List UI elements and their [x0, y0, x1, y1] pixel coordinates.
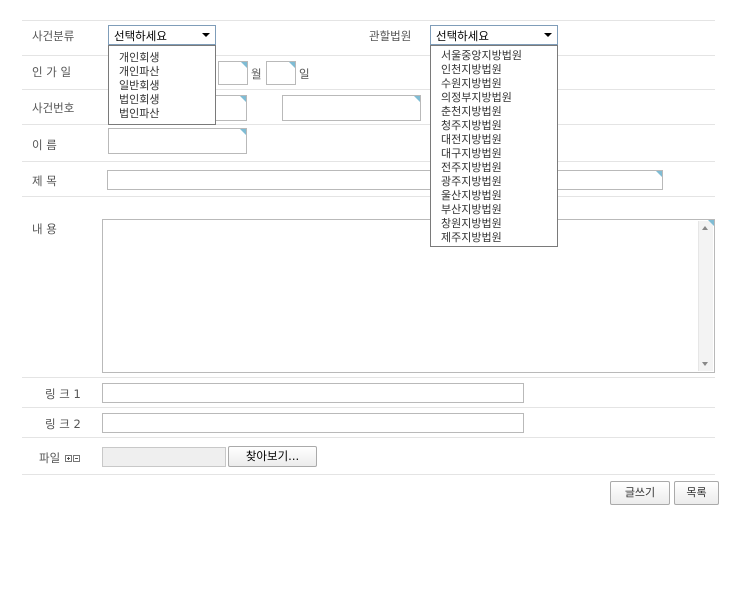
title-label: 제 목: [32, 174, 57, 188]
chevron-down-icon: [202, 33, 210, 37]
row-divider: [22, 196, 715, 197]
case-type-option[interactable]: 일반회생: [109, 79, 215, 93]
court-selected: 선택하세요: [436, 29, 489, 43]
add-file-icon[interactable]: [64, 455, 72, 462]
court-option[interactable]: 대구지방법원: [431, 147, 557, 161]
case-type-label: 사건분류: [32, 29, 75, 43]
write-button[interactable]: 글쓰기: [610, 481, 670, 505]
content-scrollbar[interactable]: [698, 221, 713, 371]
case-type-option[interactable]: 법인파산: [109, 107, 215, 121]
row-divider: [22, 161, 715, 162]
row-divider: [22, 437, 715, 438]
link1-input[interactable]: [102, 383, 524, 403]
case-type-option[interactable]: 개인회생: [109, 51, 215, 65]
court-option[interactable]: 수원지방법원: [431, 77, 557, 91]
content-label: 내 용: [32, 222, 57, 236]
case-number-label: 사건번호: [32, 101, 75, 115]
day-input[interactable]: [266, 61, 296, 85]
row-divider: [22, 20, 715, 21]
case-type-option[interactable]: 개인파산: [109, 65, 215, 79]
row-divider: [22, 474, 715, 475]
file-path-input: [102, 447, 226, 467]
row-divider: [22, 377, 715, 378]
scroll-down-icon[interactable]: [702, 362, 708, 366]
court-option[interactable]: 대전지방법원: [431, 133, 557, 147]
name-label: 이 름: [32, 138, 57, 152]
court-option[interactable]: 광주지방법원: [431, 175, 557, 189]
day-label: 일: [299, 67, 310, 81]
court-option[interactable]: 인천지방법원: [431, 63, 557, 77]
link1-label: 링 크 1: [45, 387, 81, 401]
remove-file-icon[interactable]: [72, 455, 80, 462]
file-label: 파일: [39, 451, 61, 465]
court-option[interactable]: 의정부지방법원: [431, 91, 557, 105]
court-option[interactable]: 서울중앙지방법원: [431, 49, 557, 63]
court-dropdown[interactable]: 서울중앙지방법원 인천지방법원 수원지방법원 의정부지방법원 춘천지방법원 청주…: [430, 45, 558, 247]
court-option[interactable]: 전주지방법원: [431, 161, 557, 175]
court-option[interactable]: 제주지방법원: [431, 231, 557, 245]
court-select[interactable]: 선택하세요: [430, 25, 558, 45]
court-label: 관할법원: [369, 29, 412, 43]
row-divider: [22, 407, 715, 408]
month-input[interactable]: [218, 61, 248, 85]
month-label: 월: [251, 67, 262, 81]
scroll-up-icon[interactable]: [702, 226, 708, 230]
title-input[interactable]: [107, 170, 663, 190]
name-input[interactable]: [108, 128, 247, 154]
authorization-date-label: 인 가 일: [32, 65, 72, 79]
link2-input[interactable]: [102, 413, 524, 433]
court-option[interactable]: 울산지방법원: [431, 189, 557, 203]
case-type-option[interactable]: 법인회생: [109, 93, 215, 107]
court-option[interactable]: 부산지방법원: [431, 203, 557, 217]
case-type-selected: 선택하세요: [114, 29, 167, 43]
chevron-down-icon: [544, 33, 552, 37]
link2-label: 링 크 2: [45, 417, 81, 431]
court-option[interactable]: 창원지방법원: [431, 217, 557, 231]
case-number-input-2[interactable]: [282, 95, 421, 121]
list-button[interactable]: 목록: [674, 481, 719, 505]
file-label-group: 파일: [39, 450, 80, 466]
file-browse-button[interactable]: 찾아보기...: [228, 446, 317, 467]
content-textarea[interactable]: [102, 219, 715, 373]
case-type-select[interactable]: 선택하세요: [108, 25, 216, 45]
court-option[interactable]: 청주지방법원: [431, 119, 557, 133]
court-option[interactable]: 춘천지방법원: [431, 105, 557, 119]
case-type-dropdown[interactable]: 개인회생 개인파산 일반회생 법인회생 법인파산: [108, 45, 216, 125]
